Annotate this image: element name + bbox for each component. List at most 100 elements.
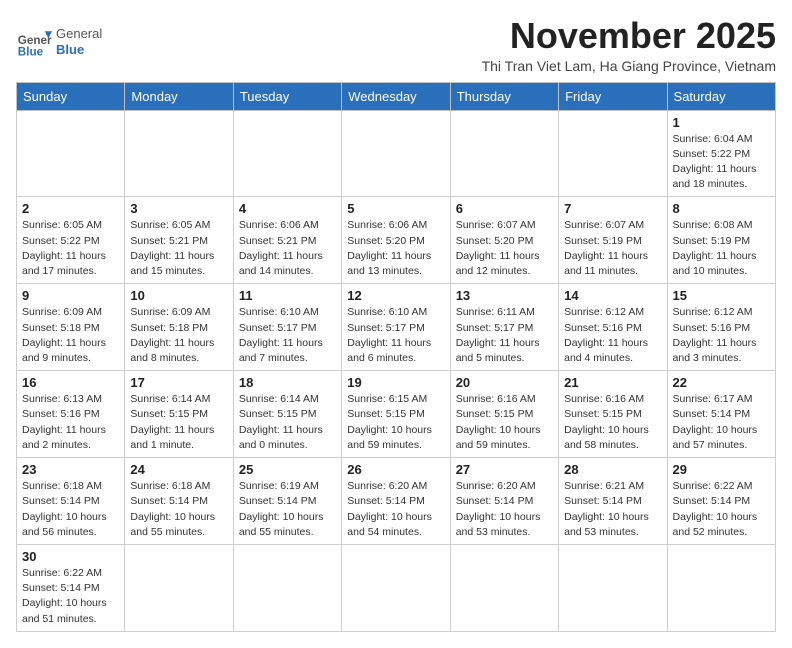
day-number: 21 xyxy=(564,375,661,390)
day-number: 1 xyxy=(673,115,770,130)
calendar-cell: 21 Sunrise: 6:16 AM Sunset: 5:15 PM Dayli… xyxy=(559,371,667,458)
day-info: Sunrise: 6:19 AM Sunset: 5:14 PM Dayligh… xyxy=(239,479,336,540)
day-number: 4 xyxy=(239,201,336,216)
day-number: 25 xyxy=(239,462,336,477)
day-number: 26 xyxy=(347,462,444,477)
day-number: 13 xyxy=(456,288,553,303)
day-number: 2 xyxy=(22,201,119,216)
day-info: Sunrise: 6:09 AM Sunset: 5:18 PM Dayligh… xyxy=(130,305,227,366)
title-area: November 2025 Thi Tran Viet Lam, Ha Gian… xyxy=(482,16,776,74)
day-number: 27 xyxy=(456,462,553,477)
day-info: Sunrise: 6:12 AM Sunset: 5:16 PM Dayligh… xyxy=(564,305,661,366)
calendar-cell xyxy=(667,544,775,631)
day-number: 14 xyxy=(564,288,661,303)
day-number: 30 xyxy=(22,549,119,564)
day-number: 3 xyxy=(130,201,227,216)
calendar-cell xyxy=(450,544,558,631)
calendar-cell: 16 Sunrise: 6:13 AM Sunset: 5:16 PM Dayli… xyxy=(17,371,125,458)
day-info: Sunrise: 6:14 AM Sunset: 5:15 PM Dayligh… xyxy=(130,392,227,453)
calendar-cell: 9Sunrise: 6:09 AM Sunset: 5:18 PM Daylig… xyxy=(17,284,125,371)
weekday-header-row: SundayMondayTuesdayWednesdayThursdayFrid… xyxy=(17,82,776,110)
calendar-week-3: 9Sunrise: 6:09 AM Sunset: 5:18 PM Daylig… xyxy=(17,284,776,371)
calendar-cell: 18 Sunrise: 6:14 AM Sunset: 5:15 PM Dayli… xyxy=(233,371,341,458)
calendar-cell: 5Sunrise: 6:06 AM Sunset: 5:20 PM Daylig… xyxy=(342,197,450,284)
day-info: Sunrise: 6:12 AM Sunset: 5:16 PM Dayligh… xyxy=(673,305,770,366)
day-info: Sunrise: 6:21 AM Sunset: 5:14 PM Dayligh… xyxy=(564,479,661,540)
day-info: Sunrise: 6:07 AM Sunset: 5:20 PM Dayligh… xyxy=(456,218,553,279)
day-info: Sunrise: 6:18 AM Sunset: 5:14 PM Dayligh… xyxy=(22,479,119,540)
calendar-cell: 28 Sunrise: 6:21 AM Sunset: 5:14 PM Dayli… xyxy=(559,458,667,545)
day-info: Sunrise: 6:13 AM Sunset: 5:16 PM Dayligh… xyxy=(22,392,119,453)
day-number: 7 xyxy=(564,201,661,216)
calendar-cell: 22 Sunrise: 6:17 AM Sunset: 5:14 PM Dayli… xyxy=(667,371,775,458)
day-number: 24 xyxy=(130,462,227,477)
day-info: Sunrise: 6:04 AM Sunset: 5:22 PM Dayligh… xyxy=(673,132,770,193)
calendar-cell: 13Sunrise: 6:11 AM Sunset: 5:17 PM Dayli… xyxy=(450,284,558,371)
day-number: 17 xyxy=(130,375,227,390)
calendar-week-5: 23 Sunrise: 6:18 AM Sunset: 5:14 PM Dayli… xyxy=(17,458,776,545)
day-info: Sunrise: 6:16 AM Sunset: 5:15 PM Dayligh… xyxy=(564,392,661,453)
calendar-week-2: 2 Sunrise: 6:05 AM Sunset: 5:22 PM Daylig… xyxy=(17,197,776,284)
day-number: 29 xyxy=(673,462,770,477)
calendar-cell: 29 Sunrise: 6:22 AM Sunset: 5:14 PM Dayli… xyxy=(667,458,775,545)
calendar-week-6: 30Sunrise: 6:22 AM Sunset: 5:14 PM Dayli… xyxy=(17,544,776,631)
day-number: 12 xyxy=(347,288,444,303)
day-number: 23 xyxy=(22,462,119,477)
calendar-week-4: 16 Sunrise: 6:13 AM Sunset: 5:16 PM Dayli… xyxy=(17,371,776,458)
header: General Blue General Blue November 2025 … xyxy=(16,16,776,74)
calendar-cell: 25 Sunrise: 6:19 AM Sunset: 5:14 PM Dayli… xyxy=(233,458,341,545)
calendar-cell xyxy=(233,110,341,197)
calendar-week-1: 1 Sunrise: 6:04 AM Sunset: 5:22 PM Daylig… xyxy=(17,110,776,197)
calendar-cell xyxy=(342,544,450,631)
day-info: Sunrise: 6:07 AM Sunset: 5:19 PM Dayligh… xyxy=(564,218,661,279)
calendar-cell: 7 Sunrise: 6:07 AM Sunset: 5:19 PM Daylig… xyxy=(559,197,667,284)
calendar-cell: 24 Sunrise: 6:18 AM Sunset: 5:14 PM Dayli… xyxy=(125,458,233,545)
location-subtitle: Thi Tran Viet Lam, Ha Giang Province, Vi… xyxy=(482,58,776,74)
calendar-cell: 6Sunrise: 6:07 AM Sunset: 5:20 PM Daylig… xyxy=(450,197,558,284)
month-title: November 2025 xyxy=(482,16,776,56)
logo-icon: General Blue xyxy=(16,24,52,60)
day-info: Sunrise: 6:18 AM Sunset: 5:14 PM Dayligh… xyxy=(130,479,227,540)
day-info: Sunrise: 6:10 AM Sunset: 5:17 PM Dayligh… xyxy=(347,305,444,366)
weekday-header-sunday: Sunday xyxy=(17,82,125,110)
day-info: Sunrise: 6:20 AM Sunset: 5:14 PM Dayligh… xyxy=(347,479,444,540)
day-info: Sunrise: 6:22 AM Sunset: 5:14 PM Dayligh… xyxy=(673,479,770,540)
calendar-cell: 12 Sunrise: 6:10 AM Sunset: 5:17 PM Dayli… xyxy=(342,284,450,371)
day-info: Sunrise: 6:10 AM Sunset: 5:17 PM Dayligh… xyxy=(239,305,336,366)
calendar-cell: 27 Sunrise: 6:20 AM Sunset: 5:14 PM Dayli… xyxy=(450,458,558,545)
day-number: 10 xyxy=(130,288,227,303)
calendar-cell: 10 Sunrise: 6:09 AM Sunset: 5:18 PM Dayli… xyxy=(125,284,233,371)
calendar-cell xyxy=(559,110,667,197)
calendar-cell xyxy=(559,544,667,631)
weekday-header-wednesday: Wednesday xyxy=(342,82,450,110)
calendar-cell: 4Sunrise: 6:06 AM Sunset: 5:21 PM Daylig… xyxy=(233,197,341,284)
day-info: Sunrise: 6:15 AM Sunset: 5:15 PM Dayligh… xyxy=(347,392,444,453)
calendar-cell: 23 Sunrise: 6:18 AM Sunset: 5:14 PM Dayli… xyxy=(17,458,125,545)
day-number: 8 xyxy=(673,201,770,216)
calendar-cell: 19 Sunrise: 6:15 AM Sunset: 5:15 PM Dayli… xyxy=(342,371,450,458)
day-number: 22 xyxy=(673,375,770,390)
calendar-cell: 20Sunrise: 6:16 AM Sunset: 5:15 PM Dayli… xyxy=(450,371,558,458)
calendar-cell xyxy=(125,544,233,631)
calendar-cell: 30Sunrise: 6:22 AM Sunset: 5:14 PM Dayli… xyxy=(17,544,125,631)
weekday-header-tuesday: Tuesday xyxy=(233,82,341,110)
day-info: Sunrise: 6:05 AM Sunset: 5:22 PM Dayligh… xyxy=(22,218,119,279)
day-info: Sunrise: 6:14 AM Sunset: 5:15 PM Dayligh… xyxy=(239,392,336,453)
calendar-cell xyxy=(450,110,558,197)
day-info: Sunrise: 6:09 AM Sunset: 5:18 PM Dayligh… xyxy=(22,305,119,366)
day-info: Sunrise: 6:20 AM Sunset: 5:14 PM Dayligh… xyxy=(456,479,553,540)
calendar-cell: 1 Sunrise: 6:04 AM Sunset: 5:22 PM Daylig… xyxy=(667,110,775,197)
weekday-header-friday: Friday xyxy=(559,82,667,110)
day-number: 16 xyxy=(22,375,119,390)
day-number: 19 xyxy=(347,375,444,390)
day-number: 28 xyxy=(564,462,661,477)
day-info: Sunrise: 6:17 AM Sunset: 5:14 PM Dayligh… xyxy=(673,392,770,453)
weekday-header-thursday: Thursday xyxy=(450,82,558,110)
day-info: Sunrise: 6:05 AM Sunset: 5:21 PM Dayligh… xyxy=(130,218,227,279)
day-number: 18 xyxy=(239,375,336,390)
calendar-cell: 3 Sunrise: 6:05 AM Sunset: 5:21 PM Daylig… xyxy=(125,197,233,284)
calendar-cell: 2 Sunrise: 6:05 AM Sunset: 5:22 PM Daylig… xyxy=(17,197,125,284)
logo: General Blue General Blue xyxy=(16,24,102,60)
day-info: Sunrise: 6:16 AM Sunset: 5:15 PM Dayligh… xyxy=(456,392,553,453)
weekday-header-monday: Monday xyxy=(125,82,233,110)
